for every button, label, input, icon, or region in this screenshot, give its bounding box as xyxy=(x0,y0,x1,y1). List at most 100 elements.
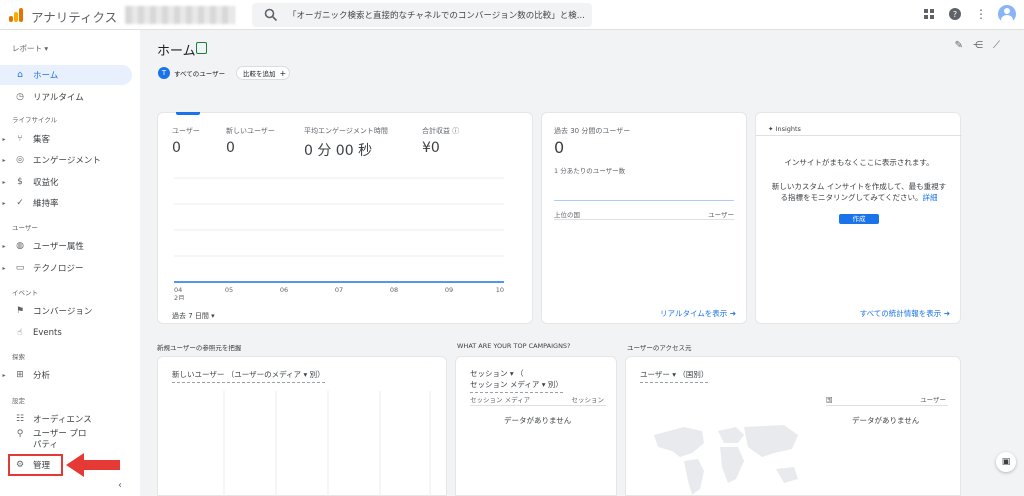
page-title: ホーム xyxy=(157,44,196,59)
touch-icon: ☝ xyxy=(17,328,23,338)
sidebar-item-realtime[interactable]: ◷ リアルタイム xyxy=(0,87,132,107)
metric-users[interactable]: ユーザー 0 xyxy=(172,126,200,156)
section-campaigns-title: WHAT ARE YOUR TOP CAMPAIGNS? xyxy=(457,342,571,350)
monetization-icon: $ xyxy=(17,177,23,187)
chevron-right-icon: ▸ xyxy=(2,199,6,207)
col-country: 上位の国 xyxy=(554,211,580,219)
audience-icon: ☷ xyxy=(15,414,25,424)
sidebar-item-conversions[interactable]: ⚑ コンバージョン xyxy=(0,301,132,321)
view-realtime-link[interactable]: リアルタイムを表示 ➜ xyxy=(660,308,736,319)
more-vert-icon[interactable]: ⋮ xyxy=(972,5,990,23)
feedback-icon[interactable]: ▣ xyxy=(996,452,1016,472)
sidebar: レポート ▾ ⌂ ホーム ◷ リアルタイム ライフサイクル ▸ ⑂ 集客 ▸ ◎ エンゲージ… xyxy=(0,30,140,496)
col-users: ユーザー xyxy=(920,396,946,404)
section-configure: 設定 xyxy=(12,397,25,405)
info-icon: ⓘ xyxy=(452,127,460,135)
audience-initial: T xyxy=(158,67,170,79)
analytics-logo[interactable] xyxy=(8,7,24,23)
sidebar-item-acquisition[interactable]: ▸ ⑂ 集客 xyxy=(0,129,132,149)
create-insight-button[interactable]: 作成 xyxy=(839,214,879,224)
insights-description: 新しいカスタム インサイトを作成して、最も重視す る指標をモニタリングしてみてく… xyxy=(771,182,947,202)
campaign-dimension-dropdown[interactable]: セッション メディア ▾ 別） xyxy=(470,379,563,393)
apps-grid-icon[interactable] xyxy=(920,5,938,23)
account-selector[interactable] xyxy=(125,6,235,24)
insights-message: インサイトがまもなくここに表示されます。 xyxy=(784,158,934,167)
details-link[interactable]: 詳細 xyxy=(923,193,938,202)
home-icon: ⌂ xyxy=(17,70,23,80)
share-icon[interactable]: ⋲ xyxy=(973,40,983,51)
device-icon: ▭ xyxy=(15,263,25,273)
bar-chart-grid xyxy=(223,391,431,496)
globe-icon: ◍ xyxy=(16,241,24,251)
x-month-label: 2月 xyxy=(174,294,185,300)
section-lifecycle: ライフサイクル xyxy=(12,116,58,124)
audience-chip[interactable]: T すべてのユーザー xyxy=(157,66,229,80)
sidebar-item-events[interactable]: ☝ Events xyxy=(0,323,132,343)
flag-icon: ⚑ xyxy=(15,306,25,316)
sidebar-item-retention[interactable]: ▸ ✓ 維持率 xyxy=(0,193,132,213)
arrow-right-icon: ➜ xyxy=(943,309,950,318)
customize-report-icon[interactable]: ✎ xyxy=(955,40,963,51)
chevron-right-icon: ▸ xyxy=(2,178,6,186)
section-user: ユーザー xyxy=(12,224,38,232)
new-users-card: 新しいユーザー （ユーザーのメディア ▾ 別） xyxy=(157,356,447,496)
col-sessions: セッション xyxy=(571,396,605,404)
chevron-right-icon: ▸ xyxy=(2,264,6,272)
collapse-sidebar-icon[interactable]: ‹ xyxy=(118,480,122,491)
sidebar-item-engagement[interactable]: ▸ ◎ エンゲージメント xyxy=(0,150,132,170)
sparkle-icon: ✦ xyxy=(768,125,774,133)
view-all-insights-link[interactable]: すべての統計情報を表示 ➜ xyxy=(860,308,950,319)
chevron-right-icon: ▸ xyxy=(2,371,6,379)
campaign-metric-dropdown[interactable]: セッション ▾ （ xyxy=(470,368,524,379)
realtime-bar xyxy=(554,200,734,201)
date-range-dropdown[interactable]: 過去 7 日間 ▾ xyxy=(172,311,215,321)
sidebar-item-demographics[interactable]: ▸ ◍ ユーザー属性 xyxy=(0,236,132,256)
no-data-message: データがありません xyxy=(504,416,572,425)
realtime-subtitle: 1 分あたりのユーザー数 xyxy=(554,167,626,175)
divider xyxy=(826,405,948,406)
arrow-right-icon: ➜ xyxy=(729,309,736,318)
search-icon xyxy=(264,8,278,22)
search-placeholder: 「オーガニック検索と直接的なチャネルでのコンバージョン数の比較」と検... xyxy=(288,11,585,21)
col-country: 国 xyxy=(826,396,833,404)
sidebar-item-explore[interactable]: ▸ ⊞ 分析 xyxy=(0,365,132,385)
metric-new-users[interactable]: 新しいユーザー 0 xyxy=(226,126,275,156)
admin-highlight-box xyxy=(8,454,63,476)
help-icon[interactable]: ? xyxy=(946,5,964,23)
divider xyxy=(756,135,962,136)
search-input[interactable]: 「オーガニック検索と直接的なチャネルでのコンバージョン数の比較」と検... xyxy=(252,3,592,27)
chevron-right-icon: ▸ xyxy=(2,242,6,250)
realtime-card: 過去 30 分間のユーザー 0 1 分あたりのユーザー数 上位の国 ユーザー リ… xyxy=(541,112,747,324)
sidebar-item-audiences[interactable]: ☷ オーディエンス xyxy=(0,409,132,429)
insights-sparkle-icon[interactable]: ⟋ xyxy=(993,40,1000,51)
campaigns-card: セッション ▾ （ セッション メディア ▾ 別） セッション メディア セッシ… xyxy=(455,356,617,496)
metric-engagement-time[interactable]: 平均エンゲージメント時間 0 分 00 秒 xyxy=(304,126,388,160)
sidebar-item-home[interactable]: ⌂ ホーム xyxy=(0,65,132,85)
users-line-chart: 04 05 06 07 08 09 10 2月 xyxy=(174,177,504,300)
avatar[interactable] xyxy=(998,5,1016,23)
metric-revenue[interactable]: 合計収益 ⓘ ¥0 xyxy=(422,126,459,156)
user-location-card: ユーザー ▾ （国別） 国 ユーザー データがありません xyxy=(625,356,961,496)
x-tick-label: 05 xyxy=(225,286,233,294)
add-comparison-button[interactable]: 比較を追加 + xyxy=(236,66,290,80)
col-session-medium: セッション メディア xyxy=(470,396,531,404)
explore-icon: ⊞ xyxy=(16,370,24,380)
sidebar-item-monetization[interactable]: ▸ $ 収益化 xyxy=(0,172,132,192)
no-data-message: データがありません xyxy=(852,416,920,425)
new-users-dimension-dropdown[interactable]: 新しいユーザー （ユーザーのメディア ▾ 別） xyxy=(172,369,325,383)
acquisition-icon: ⑂ xyxy=(17,134,23,144)
svg-text:?: ? xyxy=(953,10,957,19)
insights-header: ✦ Insights xyxy=(768,125,801,133)
section-new-users-title: 新規ユーザーの参照元を把握 xyxy=(157,344,242,352)
report-selector[interactable]: レポート ▾ xyxy=(12,43,48,54)
x-tick-label: 07 xyxy=(335,286,343,294)
x-tick-label: 08 xyxy=(390,286,398,294)
section-event: イベント xyxy=(12,289,38,297)
location-dimension-dropdown[interactable]: ユーザー ▾ （国別） xyxy=(640,369,709,383)
top-bar: アナリティクス 「オーガニック検索と直接的なチャネルでのコンバージョン数の比較」… xyxy=(0,0,1024,30)
sidebar-item-technology[interactable]: ▸ ▭ テクノロジー xyxy=(0,258,132,278)
divider xyxy=(554,219,734,220)
retention-icon: ✓ xyxy=(16,198,24,208)
user-property-icon: ⚲ xyxy=(16,429,24,439)
x-tick-label: 06 xyxy=(280,286,288,294)
